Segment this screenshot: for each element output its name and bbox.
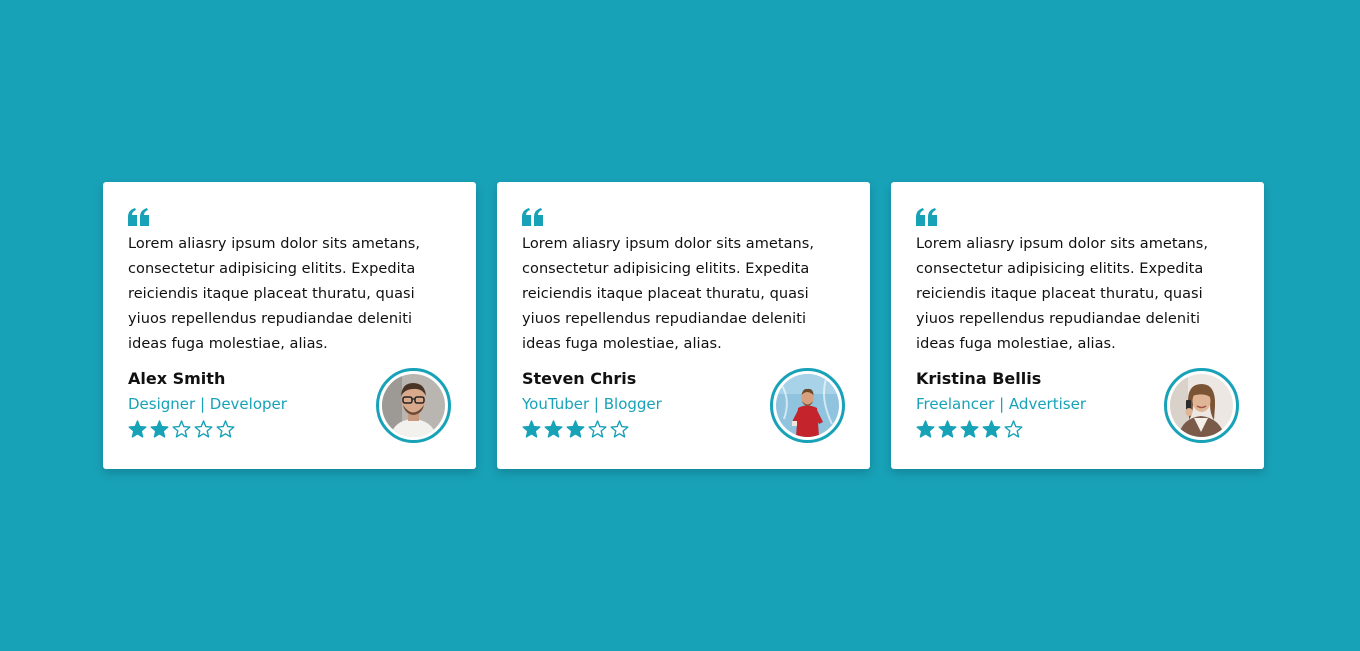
reviewer-role: Freelancer | Advertiser	[916, 395, 1086, 413]
reviewer-role: YouTuber | Blogger	[522, 395, 662, 413]
star-outline-icon	[216, 420, 235, 438]
star-filled-icon	[544, 420, 563, 438]
reviewer-info: Alex Smith Designer | Developer	[128, 368, 451, 444]
avatar-man-red-sweater-image	[776, 374, 839, 437]
star-filled-icon	[566, 420, 585, 438]
avatar-man-glasses-image	[382, 374, 445, 437]
star-outline-icon	[588, 420, 607, 438]
avatar-woman-phone-image	[1170, 374, 1233, 437]
reviewer-name: Steven Chris	[522, 369, 637, 388]
review-text: Lorem aliasry ipsum dolor sits ametans, …	[916, 236, 1209, 352]
testimonial-card: Lorem aliasry ipsum dolor sits ametans, …	[891, 182, 1264, 469]
star-outline-icon	[172, 420, 191, 438]
avatar	[1164, 368, 1239, 443]
review-text: Lorem aliasry ipsum dolor sits ametans, …	[522, 236, 815, 352]
star-filled-icon	[982, 420, 1001, 438]
testimonial-card: Lorem aliasry ipsum dolor sits ametans, …	[497, 182, 870, 469]
star-rating	[916, 420, 1023, 438]
review-text: Lorem aliasry ipsum dolor sits ametans, …	[128, 236, 421, 352]
avatar	[770, 368, 845, 443]
star-filled-icon	[150, 420, 169, 438]
reviewer-role: Designer | Developer	[128, 395, 287, 413]
reviewer-name: Alex Smith	[128, 369, 226, 388]
testimonial-cards: Lorem aliasry ipsum dolor sits ametans, …	[103, 182, 1264, 469]
star-rating	[522, 420, 629, 438]
star-outline-icon	[194, 420, 213, 438]
quote-left-icon	[916, 208, 938, 226]
reviewer-name: Kristina Bellis	[916, 369, 1042, 388]
avatar	[376, 368, 451, 443]
reviewer-info: Steven Chris YouTuber | Blogger	[522, 368, 845, 444]
star-filled-icon	[128, 420, 147, 438]
quote-left-icon	[522, 208, 544, 226]
quote-left-icon	[128, 208, 150, 226]
star-filled-icon	[938, 420, 957, 438]
star-outline-icon	[1004, 420, 1023, 438]
star-outline-icon	[610, 420, 629, 438]
star-filled-icon	[522, 420, 541, 438]
star-rating	[128, 420, 235, 438]
star-filled-icon	[960, 420, 979, 438]
reviewer-info: Kristina Bellis Freelancer | Advertiser	[916, 368, 1239, 444]
testimonial-card: Lorem aliasry ipsum dolor sits ametans, …	[103, 182, 476, 469]
star-filled-icon	[916, 420, 935, 438]
